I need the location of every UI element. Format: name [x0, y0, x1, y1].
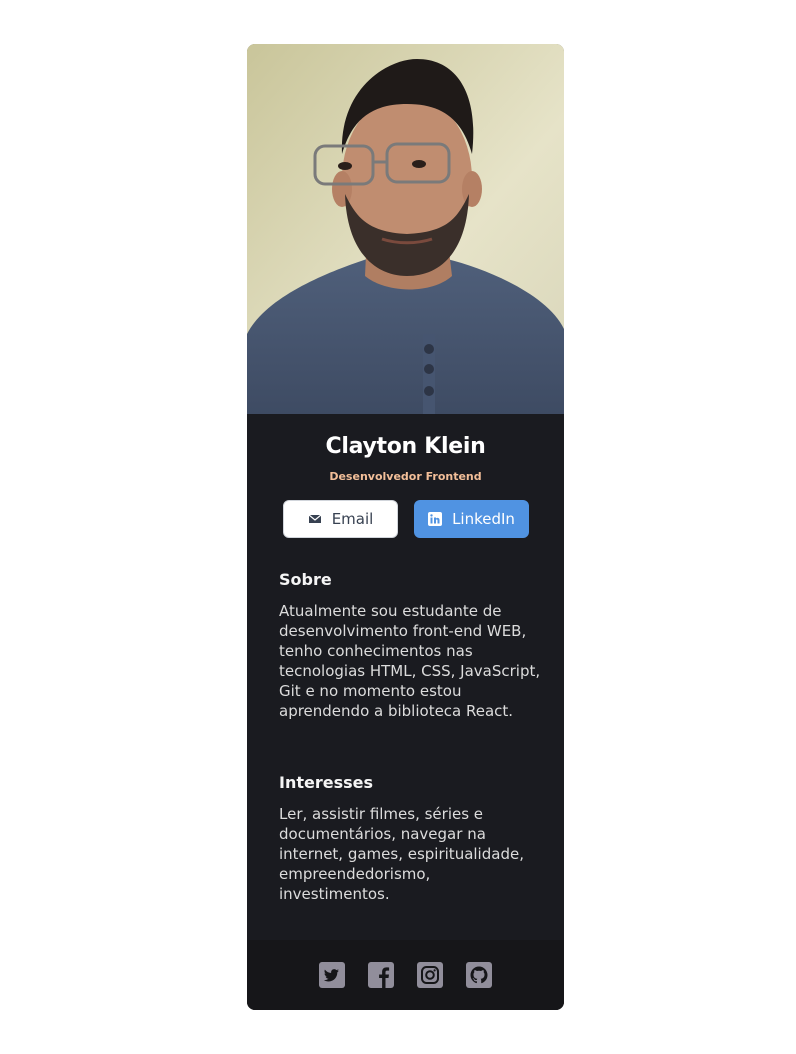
twitter-icon[interactable] — [319, 962, 345, 988]
about-text: Atualmente sou estudante de desenvolvime… — [279, 602, 541, 720]
profile-photo — [247, 44, 564, 414]
linkedin-icon — [428, 512, 443, 526]
instagram-icon[interactable] — [417, 962, 443, 988]
envelope-icon — [308, 512, 322, 526]
email-button[interactable]: Email — [283, 500, 398, 538]
linkedin-button[interactable]: LinkedIn — [414, 500, 529, 538]
interests-title: Interesses — [279, 773, 374, 792]
facebook-icon[interactable] — [368, 962, 394, 988]
profile-name: Clayton Klein — [325, 434, 486, 459]
about-title: Sobre — [279, 570, 332, 589]
interests-text: Ler, assistir filmes, séries e documentá… — [279, 805, 524, 903]
profile-card: Clayton Klein Desenvolvedor Frontend Ema… — [247, 44, 564, 1010]
portrait-photo — [247, 44, 564, 414]
linkedin-button-label: LinkedIn — [452, 510, 515, 528]
social-footer — [247, 940, 564, 1010]
github-icon[interactable] — [466, 962, 492, 988]
email-button-label: Email — [331, 510, 374, 528]
profile-role: Desenvolvedor Frontend — [329, 470, 482, 483]
